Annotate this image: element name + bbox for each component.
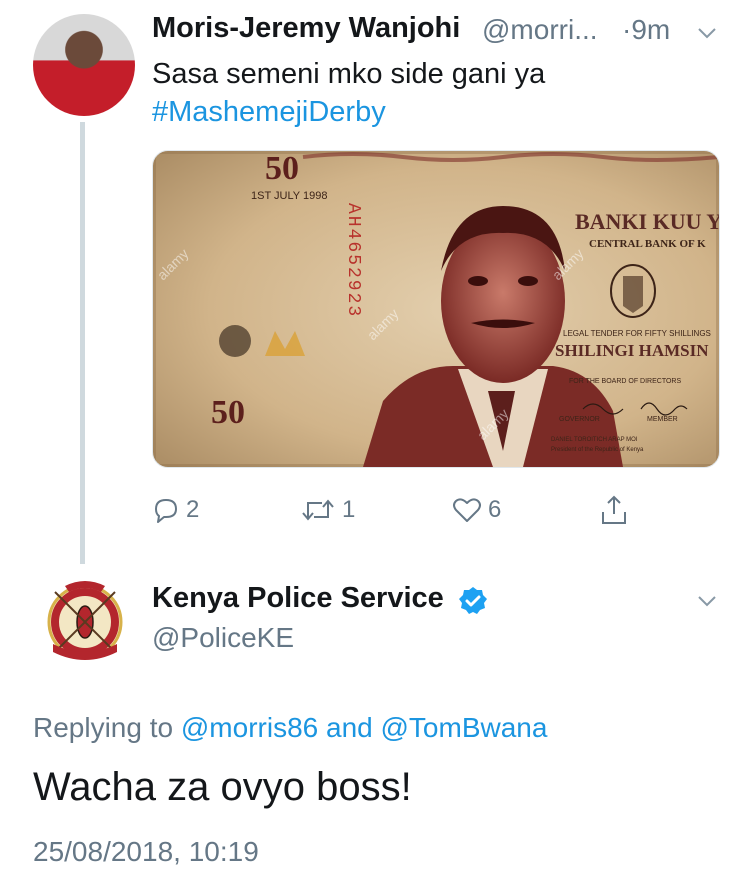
- president-name: DANIEL TOROITICH ARAP MOI: [551, 437, 638, 443]
- tweet-text: Sasa semeni mko side gani ya #MashemejiD…: [152, 55, 545, 131]
- replying-and-label: and: [326, 712, 373, 743]
- share-button[interactable]: [600, 492, 628, 528]
- denomination-top: 50: [265, 151, 299, 187]
- denomination-bottom: 50: [211, 394, 245, 431]
- tweet-image[interactable]: 50 50 1ST JULY 1998 AH4652923 BANKI KUU …: [152, 150, 720, 468]
- member-label: MEMBER: [647, 416, 678, 423]
- chevron-down-icon[interactable]: [696, 590, 718, 612]
- like-count: 6: [488, 496, 502, 523]
- retweet-button[interactable]: 1: [300, 492, 355, 528]
- mention-link[interactable]: @TomBwana: [381, 712, 548, 743]
- avatar[interactable]: [35, 572, 135, 672]
- tweet-time[interactable]: ·9m: [622, 14, 670, 46]
- shilingi-text: SHILINGI HAMSIN: [555, 341, 709, 360]
- president-title: President of the Republic of Kenya: [551, 447, 644, 453]
- retweet-icon: [302, 499, 334, 521]
- bank-subtitle: CENTRAL BANK OF K: [589, 238, 706, 250]
- retweet-count: 1: [342, 496, 356, 523]
- reply-button[interactable]: 2: [152, 492, 199, 528]
- display-name[interactable]: Kenya Police Service: [152, 582, 444, 615]
- lion-emblem: [219, 325, 251, 357]
- banknote-image: 50 50 1ST JULY 1998 AH4652923 BANKI KUU …: [153, 151, 719, 467]
- tweet-text: Wacha za ovyo boss!: [33, 765, 412, 809]
- thread-connector-line: [80, 122, 85, 564]
- verified-badge-icon: [459, 587, 487, 614]
- replying-to-label: Replying to: [33, 712, 174, 743]
- board-text: FOR THE BOARD OF DIRECTORS: [569, 378, 681, 385]
- serial-number: AH4652923: [343, 203, 363, 318]
- tweet-timestamp[interactable]: 25/08/2018, 10:19: [33, 836, 259, 868]
- chevron-down-icon[interactable]: [696, 22, 718, 44]
- governor-label: GOVERNOR: [559, 416, 600, 423]
- replying-to-line: Replying to @morris86 and @TomBwana: [33, 712, 547, 744]
- user-handle[interactable]: @morri...: [482, 14, 598, 46]
- reply-count: 2: [186, 496, 200, 523]
- legal-tender: LEGAL TENDER FOR FIFTY SHILLINGS: [563, 329, 711, 338]
- display-name[interactable]: Moris-Jeremy Wanjohi: [152, 12, 460, 45]
- like-button[interactable]: 6: [452, 492, 501, 528]
- bank-title: BANKI KUU YA: [575, 209, 719, 234]
- user-handle[interactable]: @PoliceKE: [152, 622, 294, 654]
- hashtag-link[interactable]: #MashemejiDerby: [152, 93, 545, 131]
- tweet-text-line: Sasa semeni mko side gani ya: [152, 58, 546, 90]
- share-icon: [602, 495, 626, 524]
- mention-link[interactable]: @morris86: [181, 712, 318, 743]
- note-date: 1ST JULY 1998: [251, 190, 327, 202]
- heart-icon: [453, 498, 481, 522]
- reply-icon: [155, 499, 177, 523]
- avatar[interactable]: [33, 14, 135, 116]
